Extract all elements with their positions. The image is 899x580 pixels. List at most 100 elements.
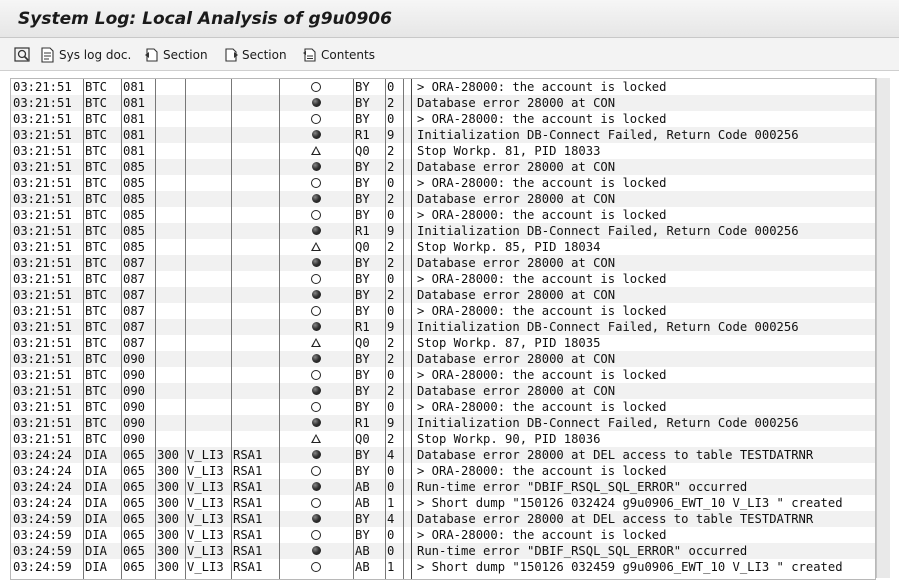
- log-message-text: Initialization DB-Connect Failed, Return…: [417, 416, 799, 430]
- log-row[interactable]: 03:21:51 BTC 081 Q0 2 Stop Workp. 81, PID 180…: [11, 143, 875, 159]
- log-message-id: BY: [355, 112, 370, 126]
- log-row[interactable]: 03:21:51 BTC 087 BY 2 Database error 28000 at…: [11, 287, 875, 303]
- info-circle-icon: [311, 210, 321, 220]
- log-category: 2: [387, 160, 395, 174]
- log-user: [185, 239, 231, 255]
- log-row[interactable]: 03:21:51 BTC 081 R1 9 Initialization DB-Conne…: [11, 127, 875, 143]
- log-message-id: BY: [355, 464, 370, 478]
- log-row[interactable]: 03:24:24 DIA 065 300 V_LI3 RSA1 BY 4 Database er…: [11, 447, 875, 463]
- log-row[interactable]: 03:21:51 BTC 085 BY 2 Database error 28000 at…: [11, 159, 875, 175]
- section-back-button[interactable]: Section: [144, 46, 208, 64]
- log-category: 0: [387, 368, 395, 382]
- log-category: 2: [387, 144, 395, 158]
- log-message-id: AB: [355, 480, 370, 494]
- log-time: 03:21:51: [13, 400, 72, 414]
- log-user: [185, 415, 231, 431]
- error-dot-icon: [311, 290, 321, 299]
- log-category: 0: [387, 112, 395, 126]
- error-dot-icon: [311, 386, 321, 395]
- log-work-process: 085: [123, 208, 146, 222]
- log-row[interactable]: 03:21:51 BTC 085 BY 0 > ORA-28000: the accoun…: [11, 175, 875, 191]
- log-row[interactable]: 03:24:24 DIA 065 300 V_LI3 RSA1 AB 1 > Short dum…: [11, 495, 875, 511]
- log-message-id: BY: [355, 304, 370, 318]
- log-transaction: [231, 127, 279, 143]
- log-task-type: BTC: [85, 256, 108, 270]
- log-row[interactable]: 03:21:51 BTC 085 BY 2 Database error 28000 at…: [11, 191, 875, 207]
- log-row[interactable]: 03:24:24 DIA 065 300 V_LI3 RSA1 AB 0 Run-time er…: [11, 479, 875, 495]
- log-task-type: DIA: [85, 512, 108, 526]
- log-priority: [279, 559, 353, 575]
- log-user: V_LI3: [187, 464, 224, 478]
- info-circle-icon: [311, 114, 321, 124]
- log-row[interactable]: 03:21:51 BTC 085 Q0 2 Stop Workp. 85, PID 180…: [11, 239, 875, 255]
- log-row[interactable]: 03:21:51 BTC 081 BY 2 Database error 28000 at…: [11, 95, 875, 111]
- log-row[interactable]: 03:24:24 DIA 065 300 V_LI3 RSA1 BY 0 > ORA-28000…: [11, 463, 875, 479]
- log-row[interactable]: 03:21:51 BTC 087 BY 2 Database error 28000 at…: [11, 255, 875, 271]
- log-task-type: BTC: [85, 336, 108, 350]
- log-message-id: BY: [355, 272, 370, 286]
- contents-button[interactable]: Contents: [302, 46, 375, 64]
- log-row[interactable]: 03:24:59 DIA 065 300 V_LI3 RSA1 BY 0 > ORA-28000…: [11, 527, 875, 543]
- log-client: 300: [157, 528, 180, 542]
- log-client: [155, 175, 185, 191]
- log-task-type: BTC: [85, 320, 108, 334]
- log-row[interactable]: 03:24:59 DIA 065 300 V_LI3 RSA1 AB 0 Run-time er…: [11, 543, 875, 559]
- log-transaction: [231, 303, 279, 319]
- log-row[interactable]: 03:21:51 BTC 087 R1 9 Initialization DB-Conne…: [11, 319, 875, 335]
- zoom-button[interactable]: [14, 46, 35, 64]
- log-user: [185, 335, 231, 351]
- log-user: [185, 175, 231, 191]
- log-row[interactable]: 03:21:51 BTC 090 BY 0 > ORA-28000: the accoun…: [11, 399, 875, 415]
- log-message-id: R1: [355, 320, 370, 334]
- log-time: 03:21:51: [13, 240, 72, 254]
- log-row[interactable]: 03:21:51 BTC 087 BY 0 > ORA-28000: the accoun…: [11, 303, 875, 319]
- log-row[interactable]: 03:21:51 BTC 087 BY 0 > ORA-28000: the accoun…: [11, 271, 875, 287]
- log-message-id: BY: [355, 352, 370, 366]
- log-row[interactable]: 03:21:51 BTC 087 Q0 2 Stop Workp. 87, PID 180…: [11, 335, 875, 351]
- log-message-text: > ORA-28000: the account is locked: [417, 176, 667, 190]
- log-row[interactable]: 03:21:51 BTC 090 Q0 2 Stop Workp. 90, PID 180…: [11, 431, 875, 447]
- message-divider: [411, 79, 412, 579]
- log-task-type: BTC: [85, 416, 108, 430]
- vertical-scrollbar[interactable]: [876, 78, 890, 578]
- log-transaction: [231, 159, 279, 175]
- sys-log-doc-button[interactable]: Sys log doc.: [40, 46, 131, 64]
- log-row[interactable]: 03:21:51 BTC 085 BY 0 > ORA-28000: the accoun…: [11, 207, 875, 223]
- log-work-process: 065: [123, 480, 146, 494]
- log-row[interactable]: 03:21:51 BTC 090 R1 9 Initialization DB-Conne…: [11, 415, 875, 431]
- log-category: 1: [387, 560, 395, 574]
- log-message-text: Stop Workp. 90, PID 18036: [417, 432, 601, 446]
- log-task-type: BTC: [85, 224, 108, 238]
- log-row[interactable]: 03:21:51 BTC 090 BY 2 Database error 28000 at…: [11, 383, 875, 399]
- log-work-process: 065: [123, 448, 146, 462]
- log-category: 4: [387, 512, 395, 526]
- log-client: [155, 271, 185, 287]
- log-time: 03:21:51: [13, 304, 72, 318]
- log-priority: [279, 383, 353, 399]
- log-row[interactable]: 03:21:51 BTC 085 R1 9 Initialization DB-Conne…: [11, 223, 875, 239]
- log-message-text: Database error 28000 at CON: [417, 384, 616, 398]
- log-user: [185, 159, 231, 175]
- log-category: 2: [387, 384, 395, 398]
- log-user: [185, 367, 231, 383]
- log-work-process: 090: [123, 352, 146, 366]
- log-client: 300: [157, 480, 180, 494]
- log-message-id: BY: [355, 96, 370, 110]
- log-row[interactable]: 03:24:59 DIA 065 300 V_LI3 RSA1 AB 1 > Short dum…: [11, 559, 875, 575]
- log-row[interactable]: 03:21:51 BTC 090 BY 2 Database error 28000 at…: [11, 351, 875, 367]
- log-user: V_LI3: [187, 528, 224, 542]
- log-message-id: R1: [355, 128, 370, 142]
- section-forward-button[interactable]: Section: [223, 46, 287, 64]
- log-row[interactable]: 03:24:59 DIA 065 300 V_LI3 RSA1 BY 4 Database er…: [11, 511, 875, 527]
- section-icon: [145, 48, 158, 62]
- system-log-list[interactable]: 03:21:51 BTC 081 BY 0 > ORA-28000: the accoun…: [10, 78, 876, 580]
- log-row[interactable]: 03:21:51 BTC 090 BY 0 > ORA-28000: the accoun…: [11, 367, 875, 383]
- log-transaction: [231, 367, 279, 383]
- log-task-type: BTC: [85, 192, 108, 206]
- log-row[interactable]: 03:21:51 BTC 081 BY 0 > ORA-28000: the accoun…: [11, 79, 875, 95]
- log-message-text: Database error 28000 at CON: [417, 352, 616, 366]
- error-dot-icon: [311, 450, 321, 459]
- error-dot-icon: [311, 226, 321, 235]
- log-row[interactable]: 03:21:51 BTC 081 BY 0 > ORA-28000: the accoun…: [11, 111, 875, 127]
- log-work-process: 090: [123, 400, 146, 414]
